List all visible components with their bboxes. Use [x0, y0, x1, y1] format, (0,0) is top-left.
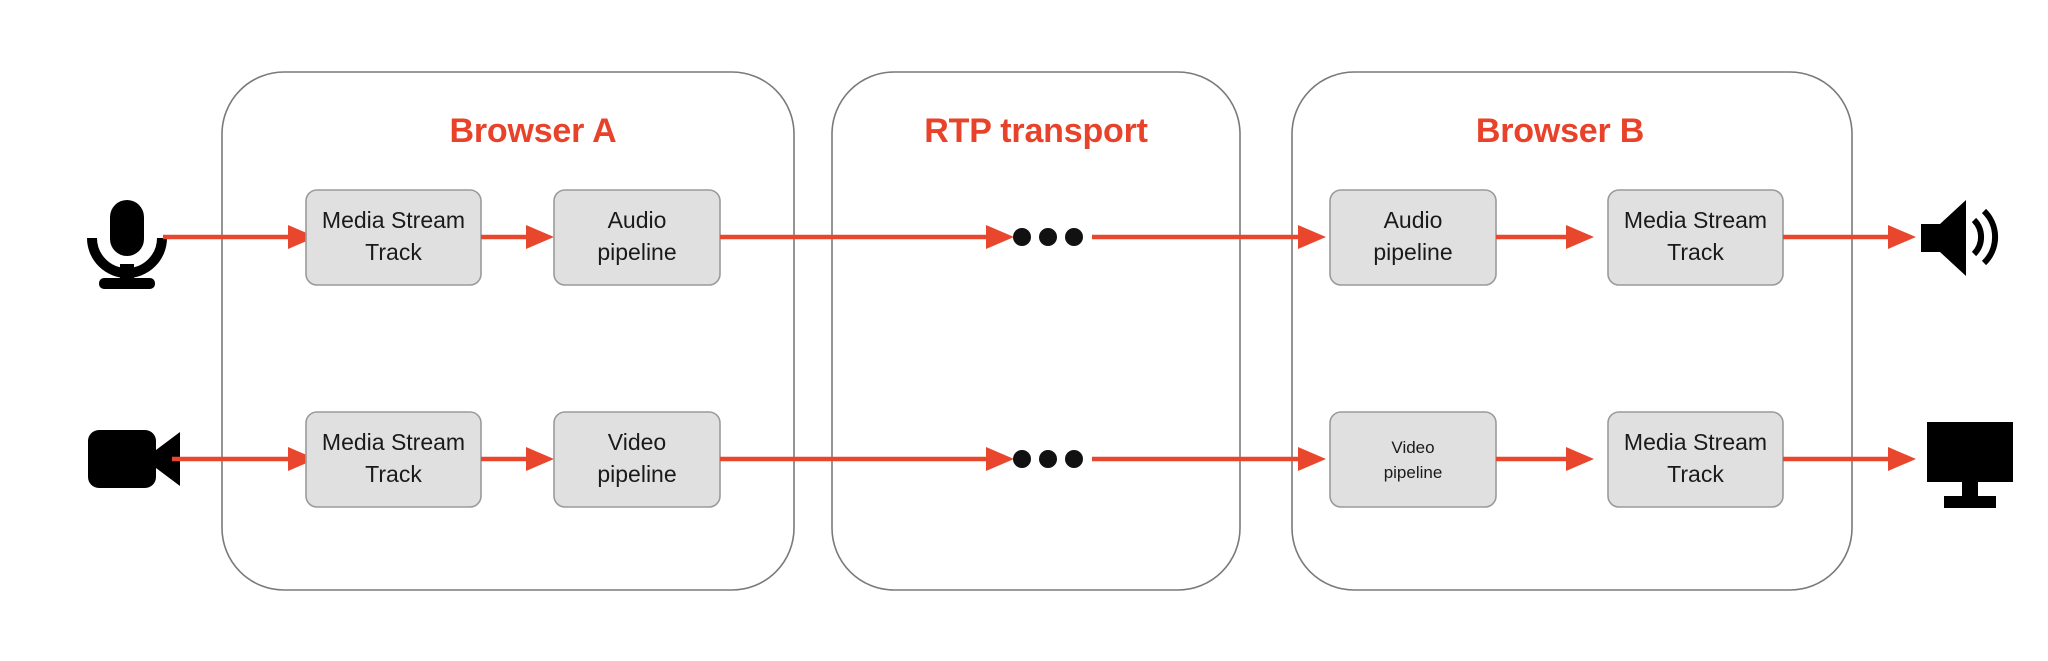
node-label-b-video-track-line1: Media Stream — [1624, 429, 1767, 455]
speaker-icon — [1921, 200, 1999, 276]
node-box-b-audio-pipeline — [1329, 189, 1497, 286]
flow-camera-to-track — [172, 447, 316, 471]
flow-mic-to-track — [163, 225, 316, 249]
transport-ellipsis-video — [1013, 450, 1083, 468]
node-label-a-audio-track-line2: Track — [365, 239, 422, 265]
transport-ellipsis-audio — [1013, 228, 1083, 246]
group-title-rtp-transport: RTP transport — [924, 112, 1147, 150]
flow-b-video-track-to-monitor — [1783, 447, 1916, 471]
node-b-video-track: Media Stream Track — [1607, 411, 1784, 508]
node-label-b-video-pipeline-line2: pipeline — [1384, 463, 1443, 482]
node-a-audio-track: Media Stream Track — [305, 189, 482, 286]
flow-a-audio-to-transport — [720, 225, 1014, 249]
video-camera-icon — [88, 430, 180, 488]
monitor-icon — [1927, 422, 2013, 508]
node-box-a-video-pipeline — [553, 411, 721, 508]
node-label-b-audio-track-line1: Media Stream — [1624, 207, 1767, 233]
node-label-a-audio-pipeline-line2: pipeline — [597, 239, 676, 265]
diagram-svg: Browser A RTP transport Browser B Media … — [87, 71, 2013, 591]
group-title-browser-a: Browser A — [450, 112, 617, 150]
flow-a-video-to-transport — [720, 447, 1014, 471]
node-label-b-audio-pipeline-line1: Audio — [1384, 207, 1443, 233]
flow-a-video-track-to-pipeline — [481, 447, 554, 471]
diagram-canvas: Browser A RTP transport Browser B Media … — [0, 0, 2048, 661]
node-label-b-audio-track-line2: Track — [1667, 239, 1724, 265]
node-a-video-pipeline: Video pipeline — [553, 411, 721, 508]
flow-transport-to-b-video — [1092, 447, 1326, 471]
node-b-video-pipeline: Video pipeline — [1329, 411, 1497, 508]
node-label-a-audio-pipeline-line1: Audio — [608, 207, 667, 233]
node-label-a-video-pipeline-line1: Video — [608, 429, 666, 455]
node-b-audio-pipeline: Audio pipeline — [1329, 189, 1497, 286]
node-b-audio-track: Media Stream Track — [1607, 189, 1784, 286]
node-box-b-video-pipeline — [1329, 411, 1497, 508]
flow-a-track-to-pipeline — [481, 225, 554, 249]
node-a-audio-pipeline: Audio pipeline — [553, 189, 721, 286]
node-label-b-video-pipeline-line1: Video — [1391, 438, 1434, 457]
group-titles: Browser A RTP transport Browser B — [450, 112, 1645, 150]
group-title-browser-b: Browser B — [1476, 112, 1644, 150]
flow-transport-to-b-audio — [1092, 225, 1326, 249]
node-box-a-audio-track — [305, 189, 482, 286]
node-box-a-audio-pipeline — [553, 189, 721, 286]
node-label-b-video-track-line2: Track — [1667, 461, 1724, 487]
audio-row: Media Stream Track Audio pipeline Audio … — [87, 189, 1999, 289]
node-label-a-video-pipeline-line2: pipeline — [597, 461, 676, 487]
node-label-a-video-track-line2: Track — [365, 461, 422, 487]
node-box-b-audio-track — [1607, 189, 1784, 286]
flow-b-video-pipeline-to-track — [1496, 447, 1594, 471]
node-a-video-track: Media Stream Track — [305, 411, 482, 508]
video-row: Media Stream Track Video pipeline Video … — [88, 411, 2013, 508]
node-box-a-video-track — [305, 411, 482, 508]
node-label-b-audio-pipeline-line2: pipeline — [1373, 239, 1452, 265]
microphone-icon — [87, 200, 167, 289]
node-label-a-video-track-line1: Media Stream — [322, 429, 465, 455]
flow-b-track-to-speaker — [1783, 225, 1916, 249]
node-label-a-audio-track-line1: Media Stream — [322, 207, 465, 233]
flow-b-audio-pipeline-to-track — [1496, 225, 1594, 249]
node-box-b-video-track — [1607, 411, 1784, 508]
